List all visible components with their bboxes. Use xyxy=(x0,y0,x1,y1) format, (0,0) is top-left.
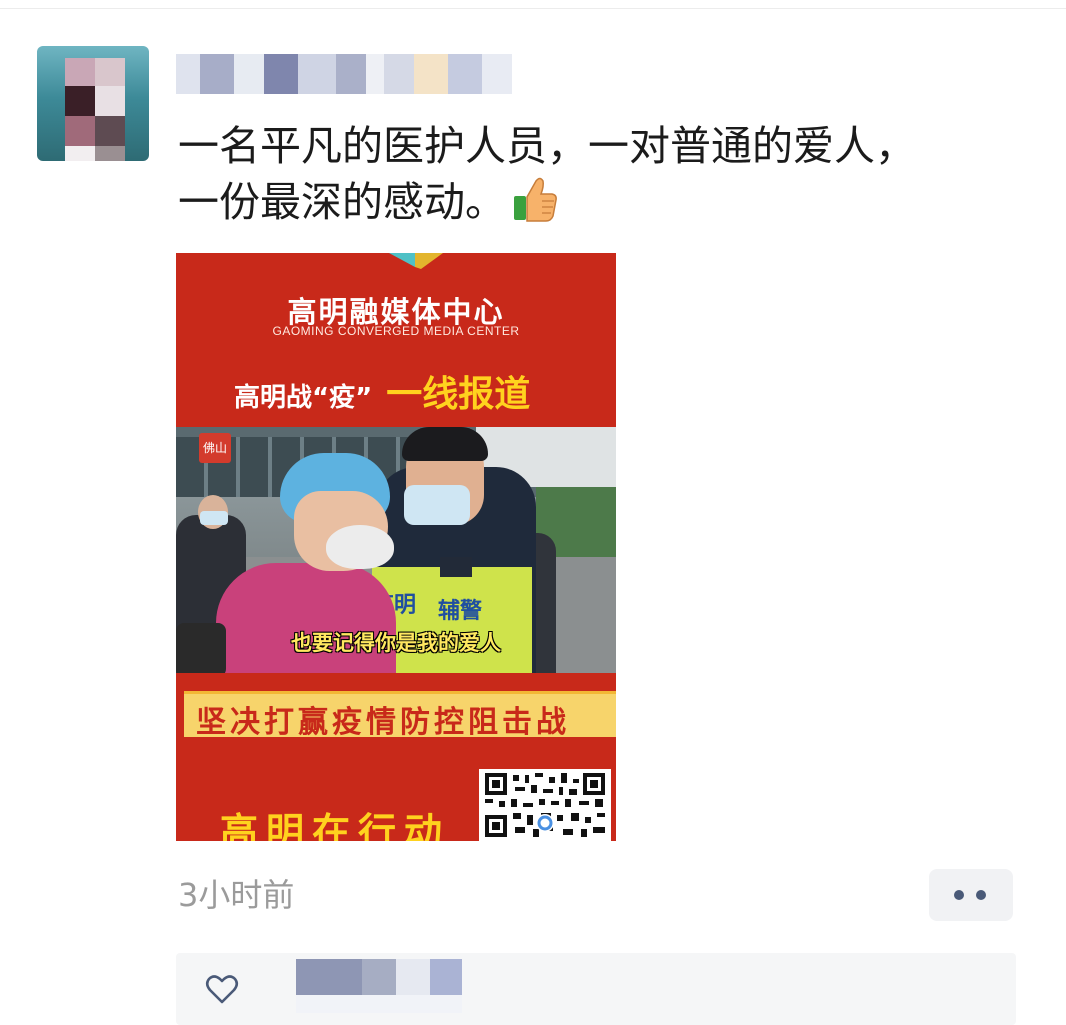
video-caption: 也要记得你是我的爱人 xyxy=(291,631,501,655)
author-name-blurred[interactable] xyxy=(176,42,536,102)
likes-bar xyxy=(176,953,1016,1025)
more-options-button[interactable] xyxy=(929,869,1013,921)
avatar[interactable] xyxy=(37,46,149,161)
city-badge: 佛山 xyxy=(199,433,231,463)
heart-icon xyxy=(204,971,240,1007)
more-dot-icon xyxy=(954,890,964,900)
post-text-line2: 一份最深的感动。 xyxy=(178,178,506,226)
thumbs-up-icon xyxy=(512,176,558,224)
more-dot-icon xyxy=(976,890,986,900)
liker-name-blurred[interactable] xyxy=(296,959,466,1013)
action-slogan: 高明在行动 xyxy=(220,809,451,841)
report-label-white: 高明战“疫” xyxy=(234,383,373,413)
news-photo: 高明 辅警 佛山 也要记得你是我的爱人 xyxy=(176,427,616,673)
post-text-line1: 一名平凡的医护人员，一对普通的爱人， xyxy=(178,122,916,170)
report-label-yellow: 一线报道 xyxy=(386,373,531,415)
post-timestamp: 3小时前 xyxy=(178,876,295,914)
frontline-report-heading: 高明战“疫” 一线报道 xyxy=(234,365,614,417)
media-center-subtitle: GAOMING CONVERGED MEDIA CENTER xyxy=(272,324,520,338)
qr-code-icon xyxy=(479,769,611,841)
slogan-banner: 坚决打赢疫情防控阻击战 xyxy=(184,691,616,740)
top-divider xyxy=(0,8,1066,9)
media-logo-icon xyxy=(381,253,451,277)
vest-label-right: 辅警 xyxy=(438,599,483,624)
post-text: 一名平凡的医护人员，一对普通的爱人， 一份最深的感动。 xyxy=(178,118,1018,230)
slogan-text: 坚决打赢疫情防控阻击战 xyxy=(196,705,570,740)
post-image[interactable]: 高明融媒体中心 GAOMING CONVERGED MEDIA CENTER 高… xyxy=(176,253,616,841)
